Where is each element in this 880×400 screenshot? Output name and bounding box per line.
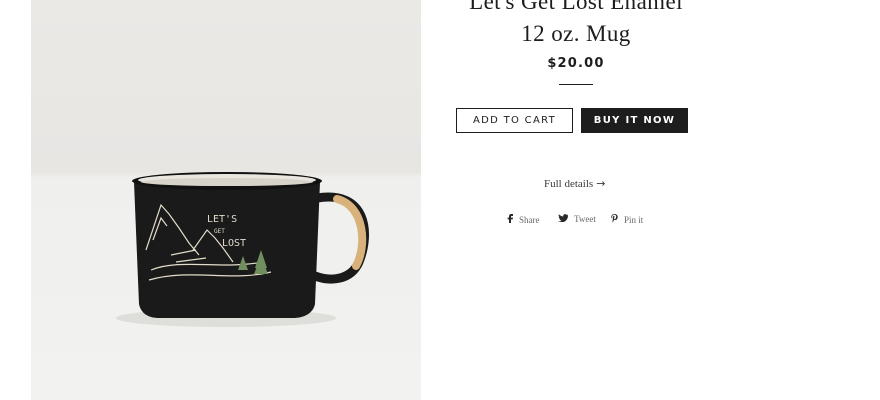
mug-print-line1: LET'S <box>207 214 237 225</box>
product-title-line2: 12 oz. Mug <box>521 21 631 46</box>
buy-it-now-button[interactable]: BUY IT NOW <box>581 108 688 133</box>
twitter-icon <box>558 214 568 224</box>
product-title-line1: Let's Get Lost Enamel <box>469 0 683 14</box>
price-divider <box>559 84 593 85</box>
product-price: $20.00 <box>547 56 605 71</box>
pinterest-icon <box>611 214 618 225</box>
mug-print-line2: GET <box>214 228 225 235</box>
product-title: Let's Get Lost Enamel 12 oz. Mug <box>440 0 712 50</box>
full-details-label: Full details <box>544 178 594 190</box>
arrow-right-icon: → <box>596 177 606 190</box>
share-facebook-link[interactable]: Share <box>507 214 540 225</box>
mug-print-line3: LOST <box>222 238 246 249</box>
share-pinterest-label: Pin it <box>624 214 644 225</box>
full-details-link[interactable]: Full details → <box>544 177 605 190</box>
share-twitter-label: Tweet <box>574 214 596 224</box>
mug-illustration: LET'S GET LOST <box>116 172 369 327</box>
share-facebook-label: Share <box>519 214 540 225</box>
add-to-cart-button[interactable]: ADD TO CART <box>456 108 573 133</box>
facebook-icon <box>507 214 513 225</box>
product-image[interactable]: LET'S GET LOST <box>31 0 421 400</box>
share-pinterest-link[interactable]: Pin it <box>611 214 643 225</box>
share-twitter-link[interactable]: Tweet <box>558 214 596 224</box>
